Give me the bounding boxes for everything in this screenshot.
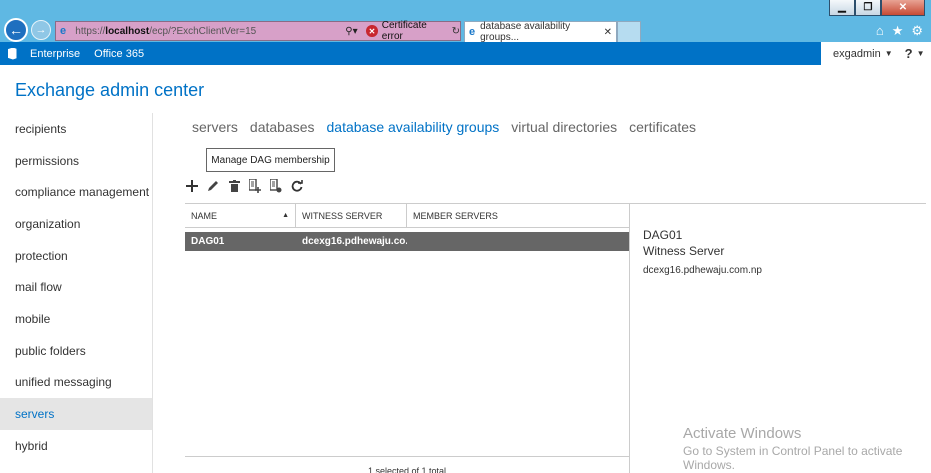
close-tab-icon[interactable]: ✕ — [604, 27, 612, 38]
close-window-button[interactable]: ✕ — [881, 0, 925, 16]
user-name[interactable]: exgadmin — [833, 48, 881, 60]
selection-count: 1 selected of 1 total — [185, 456, 629, 473]
office-logo-icon[interactable] — [2, 42, 22, 65]
search-dropdown-icon[interactable]: ⚲▾ — [345, 26, 366, 37]
refresh-icon[interactable] — [291, 179, 303, 193]
tab-virtual-directories[interactable]: virtual directories — [511, 119, 617, 135]
refresh-icon[interactable]: ↻ — [452, 26, 460, 37]
column-header-name[interactable]: NAME ▲ — [185, 204, 296, 227]
home-icon[interactable]: ⌂ — [876, 23, 884, 39]
tab-databases[interactable]: databases — [250, 119, 315, 135]
forward-button[interactable]: → — [31, 20, 51, 40]
back-button[interactable]: ← — [4, 18, 28, 42]
ie-tab-icon: e — [469, 26, 476, 38]
enterprise-link[interactable]: Enterprise — [30, 48, 80, 60]
activate-windows-watermark: Activate Windows Go to System in Control… — [683, 425, 903, 472]
nav-item-compliance-management[interactable]: compliance management — [0, 176, 152, 208]
dag-list: NAME ▲ WITNESS SERVER MEMBER SERVERS DAG… — [185, 203, 629, 456]
nav-item-permissions[interactable]: permissions — [0, 145, 152, 177]
delete-trash-icon[interactable] — [228, 179, 240, 193]
column-label-witness-server: WITNESS SERVER — [302, 210, 383, 221]
tab-certificates[interactable]: certificates — [629, 119, 696, 135]
browser-chrome: ▁ ❐ ✕ ← → e https://localhost/ecp/?ExchC… — [0, 0, 931, 43]
detail-dag-name: DAG01 — [643, 228, 683, 242]
nav-item-public-folders[interactable]: public folders — [0, 335, 152, 367]
column-header-member-servers[interactable]: MEMBER SERVERS — [407, 204, 629, 227]
detail-witness-value: dcexg16.pdhewaju.com.np — [643, 265, 762, 276]
help-icon[interactable]: ? — [905, 46, 913, 61]
gear-icon[interactable]: ⚙ — [911, 23, 923, 39]
nav-item-servers[interactable]: servers — [0, 398, 152, 430]
tooltip: Manage DAG membership — [206, 148, 335, 172]
column-label-name: NAME — [191, 210, 218, 221]
browser-tab[interactable]: e database availability groups... ✕ — [464, 21, 617, 43]
watermark-title: Activate Windows — [683, 425, 802, 442]
window-controls: ▁ ❐ ✕ — [829, 0, 925, 16]
column-label-member-servers: MEMBER SERVERS — [413, 210, 498, 221]
browser-toolbar-icons: ⌂ ★ ⚙ — [876, 23, 923, 39]
ie-page-icon: e — [60, 25, 67, 37]
add-icon[interactable] — [186, 179, 198, 193]
suite-bar: Enterprise Office 365 exgadmin ▼ ? ▼ — [0, 42, 931, 65]
watermark-subtitle: Go to System in Control Panel to activat… — [683, 444, 903, 472]
nav-item-unified-messaging[interactable]: unified messaging — [0, 367, 152, 399]
address-bar[interactable]: e https://localhost/ecp/?ExchClientVer=1… — [55, 20, 461, 42]
favorites-star-icon[interactable]: ★ — [892, 23, 904, 39]
manage-membership-icon[interactable] — [249, 179, 261, 193]
cell-member-servers — [407, 232, 629, 251]
nav-item-organization[interactable]: organization — [0, 208, 152, 240]
nav-item-recipients[interactable]: recipients — [0, 113, 152, 145]
minimize-button[interactable]: ▁ — [829, 0, 855, 16]
maximize-button[interactable]: ❐ — [855, 0, 881, 16]
help-chevron-down-icon[interactable]: ▼ — [917, 49, 925, 58]
tab-database-availability-groups[interactable]: database availability groups — [327, 119, 500, 135]
tab-title: database availability groups... — [480, 21, 571, 43]
edit-pencil-icon[interactable] — [207, 179, 219, 193]
sort-ascending-icon: ▲ — [282, 212, 289, 219]
tab-servers[interactable]: servers — [192, 119, 238, 135]
cell-witness-server: dcexg16.pdhewaju.co... — [302, 236, 407, 247]
user-menu[interactable]: exgadmin ▼ ? ▼ — [821, 42, 931, 65]
office365-link[interactable]: Office 365 — [94, 48, 144, 60]
sub-tabs: servers databases database availability … — [192, 119, 696, 135]
certificate-error-label[interactable]: Certificate error — [382, 20, 448, 42]
chevron-down-icon[interactable]: ▼ — [885, 49, 893, 58]
nav-item-mobile[interactable]: mobile — [0, 303, 152, 335]
action-toolbar — [186, 179, 303, 193]
nav-item-protection[interactable]: protection — [0, 240, 152, 272]
url-text: https://localhost/ecp/?ExchClientVer=15 — [75, 25, 257, 37]
app-title: Exchange admin center — [15, 80, 205, 100]
table-row[interactable]: DAG01 dcexg16.pdhewaju.co... — [185, 232, 629, 251]
nav-item-hybrid[interactable]: hybrid — [0, 430, 152, 462]
nav-item-mail-flow[interactable]: mail flow — [0, 271, 152, 303]
certificate-error-icon: ✕ — [366, 25, 378, 37]
left-nav: recipients permissions compliance manage… — [0, 113, 153, 473]
cell-name: DAG01 — [191, 236, 225, 247]
detail-witness-label: Witness Server — [643, 244, 725, 258]
column-header-witness-server[interactable]: WITNESS SERVER — [296, 204, 407, 227]
grid-header: NAME ▲ WITNESS SERVER MEMBER SERVERS — [185, 204, 629, 228]
configure-network-icon[interactable] — [270, 179, 282, 193]
new-tab-button[interactable] — [617, 21, 641, 42]
